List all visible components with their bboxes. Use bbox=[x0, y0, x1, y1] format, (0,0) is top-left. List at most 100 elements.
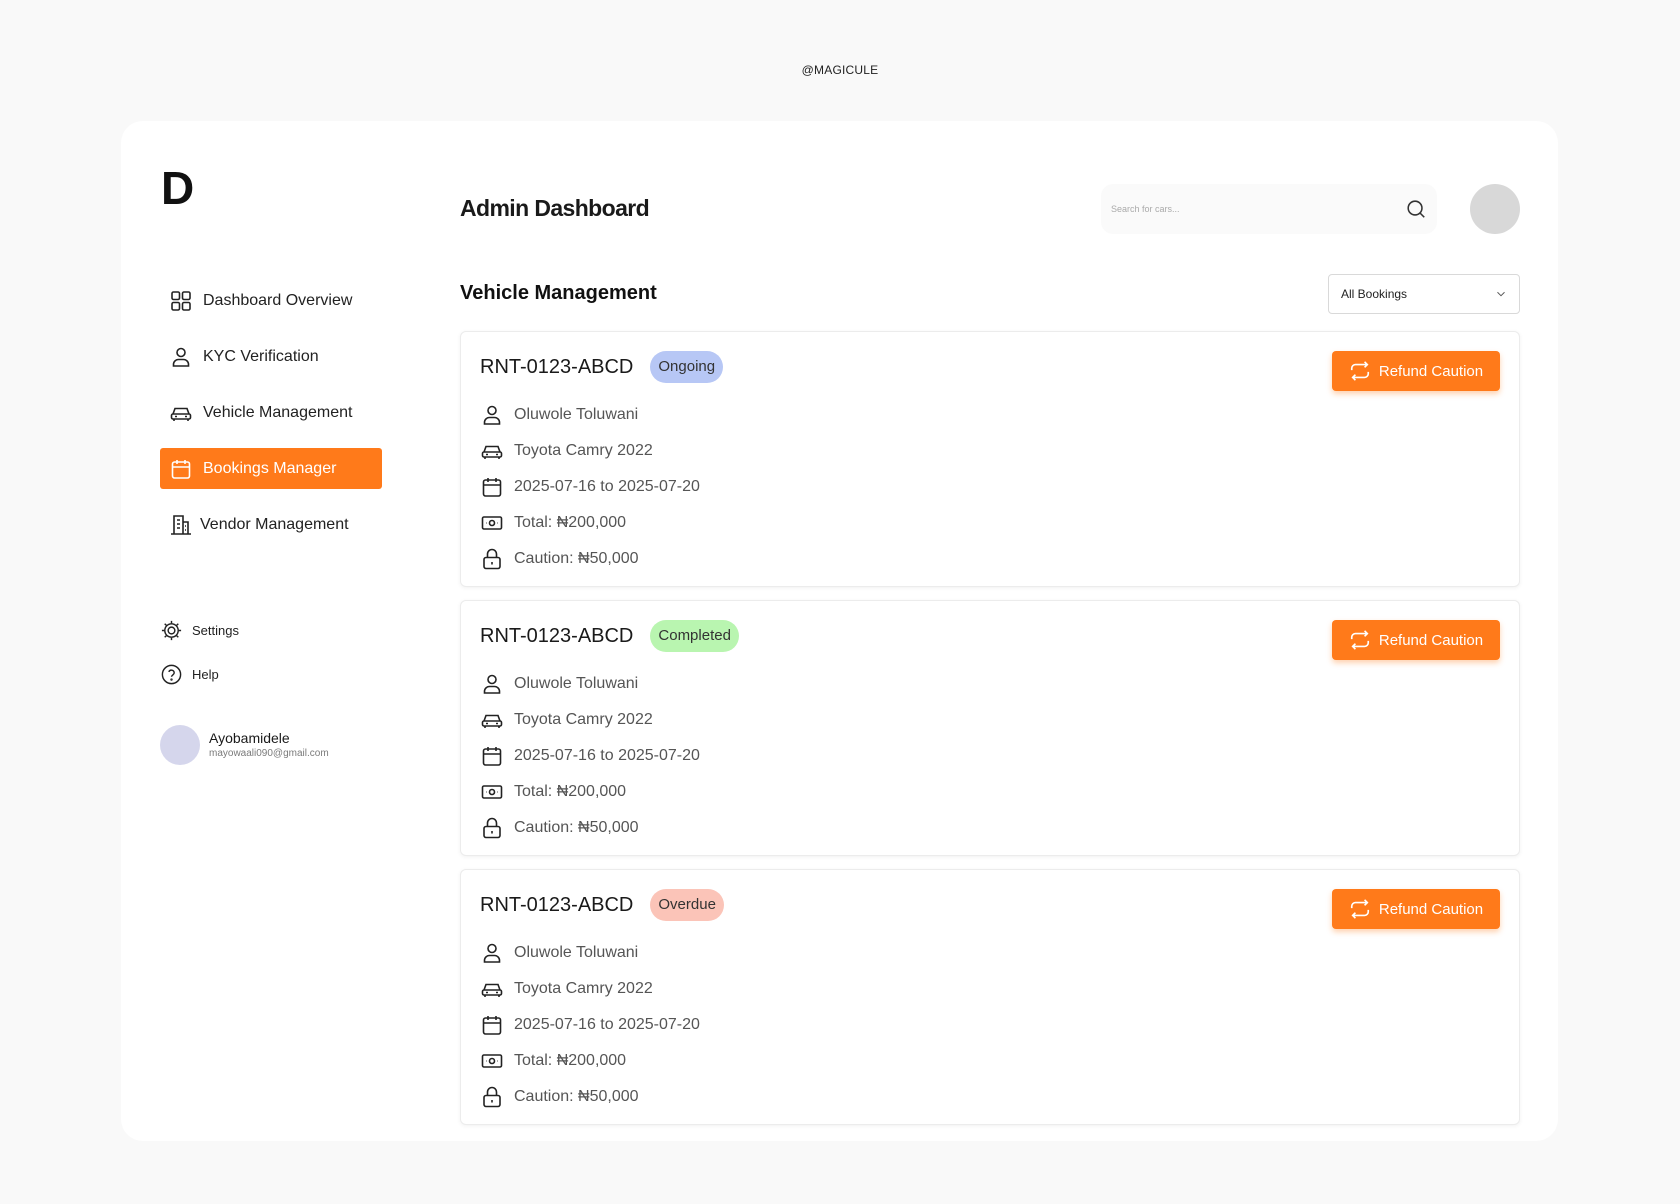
dashboard-panel: D Dashboard Overview KYC Verification Ve… bbox=[121, 121, 1558, 1141]
sidebar-nav: Dashboard Overview KYC Verification Vehi… bbox=[160, 280, 382, 560]
status-badge: Completed bbox=[650, 620, 739, 652]
vehicle-row: Toyota Camry 2022 bbox=[480, 433, 700, 469]
total-row: Total: ₦200,000 bbox=[480, 774, 700, 810]
booking-total: Total: ₦200,000 bbox=[514, 1052, 627, 1069]
booking-card: RNT-0123-ABCD Overdue Refund Caution Olu… bbox=[460, 869, 1520, 1125]
money-icon bbox=[481, 516, 503, 530]
search-icon[interactable] bbox=[1405, 198, 1427, 220]
customer-name: Oluwole Toluwani bbox=[514, 675, 639, 692]
customer-row: Oluwole Toluwani bbox=[480, 397, 700, 433]
refund-caution-label: Refund Caution bbox=[1378, 362, 1484, 380]
vehicle-name: Toyota Camry 2022 bbox=[514, 980, 653, 997]
sidebar-item-bookings-manager[interactable]: Bookings Manager bbox=[160, 448, 382, 489]
sidebar-item-label: KYC Verification bbox=[203, 347, 319, 365]
caution-row: Caution: ₦50,000 bbox=[480, 1079, 700, 1115]
header-avatar[interactable] bbox=[1470, 184, 1520, 234]
booking-id: RNT-0123-ABCD bbox=[480, 355, 634, 378]
search-bar bbox=[1101, 184, 1437, 234]
car-icon bbox=[169, 401, 193, 425]
caution-row: Caution: ₦50,000 bbox=[480, 810, 700, 846]
sidebar-item-label: Bookings Manager bbox=[203, 459, 337, 477]
booking-dates: 2025-07-16 to 2025-07-20 bbox=[514, 747, 700, 764]
status-badge: Overdue bbox=[650, 889, 724, 921]
vehicle-name: Toyota Camry 2022 bbox=[514, 711, 653, 728]
calendar-icon bbox=[482, 747, 502, 766]
car-icon bbox=[481, 445, 503, 459]
calendar-icon bbox=[169, 457, 193, 481]
booking-dates: 2025-07-16 to 2025-07-20 bbox=[514, 1016, 700, 1033]
car-icon bbox=[481, 714, 503, 728]
sidebar-aux: Settings Help bbox=[160, 618, 239, 706]
section-title: Vehicle Management bbox=[460, 282, 657, 304]
booking-id: RNT-0123-ABCD bbox=[480, 624, 634, 647]
customer-name: Oluwole Toluwani bbox=[514, 406, 639, 423]
user-icon bbox=[483, 943, 501, 963]
booking-card: RNT-0123-ABCD Ongoing Refund Caution Olu… bbox=[460, 331, 1520, 587]
refund-caution-button[interactable]: Refund Caution bbox=[1332, 889, 1500, 929]
dates-row: 2025-07-16 to 2025-07-20 bbox=[480, 1007, 700, 1043]
avatar bbox=[160, 725, 200, 765]
help-link[interactable]: Help bbox=[160, 662, 239, 686]
bookings-filter-select[interactable]: All Bookings bbox=[1328, 274, 1520, 314]
search-input[interactable] bbox=[1111, 204, 1405, 214]
booking-caution: Caution: ₦50,000 bbox=[514, 819, 639, 836]
car-icon bbox=[481, 983, 503, 997]
booking-card: RNT-0123-ABCD Completed Refund Caution O… bbox=[460, 600, 1520, 856]
calendar-icon bbox=[482, 1016, 502, 1035]
sidebar-item-vendor-management[interactable]: Vendor Management bbox=[160, 504, 382, 545]
refresh-icon bbox=[1350, 361, 1369, 381]
filter-selected-value: All Bookings bbox=[1341, 287, 1408, 301]
sidebar-item-label: Vehicle Management bbox=[203, 403, 353, 421]
money-icon bbox=[481, 1054, 503, 1068]
sidebar-item-label: Dashboard Overview bbox=[203, 291, 353, 309]
total-row: Total: ₦200,000 bbox=[480, 1043, 700, 1079]
lock-icon bbox=[483, 1086, 501, 1108]
refund-caution-label: Refund Caution bbox=[1378, 631, 1484, 649]
sidebar-item-kyc-verification[interactable]: KYC Verification bbox=[160, 336, 382, 377]
gear-icon bbox=[161, 620, 182, 640]
booking-total: Total: ₦200,000 bbox=[514, 783, 627, 800]
help-label: Help bbox=[192, 666, 219, 682]
settings-link[interactable]: Settings bbox=[160, 618, 239, 642]
booking-total: Total: ₦200,000 bbox=[514, 514, 627, 531]
settings-label: Settings bbox=[192, 622, 239, 638]
refund-caution-button[interactable]: Refund Caution bbox=[1332, 620, 1500, 660]
status-badge: Ongoing bbox=[650, 351, 724, 383]
watermark: @MAGICULE bbox=[801, 63, 879, 77]
chevron-down-icon bbox=[1497, 291, 1505, 297]
refresh-icon bbox=[1350, 899, 1369, 919]
vehicle-row: Toyota Camry 2022 bbox=[480, 702, 700, 738]
customer-name: Oluwole Toluwani bbox=[514, 944, 639, 961]
refund-caution-button[interactable]: Refund Caution bbox=[1332, 351, 1500, 391]
vehicle-row: Toyota Camry 2022 bbox=[480, 971, 700, 1007]
logo[interactable]: D bbox=[161, 165, 194, 211]
caution-row: Caution: ₦50,000 bbox=[480, 541, 700, 577]
help-icon bbox=[161, 664, 182, 684]
total-row: Total: ₦200,000 bbox=[480, 505, 700, 541]
sidebar-item-dashboard-overview[interactable]: Dashboard Overview bbox=[160, 280, 382, 321]
lock-icon bbox=[483, 817, 501, 839]
vehicle-name: Toyota Camry 2022 bbox=[514, 442, 653, 459]
dates-row: 2025-07-16 to 2025-07-20 bbox=[480, 738, 700, 774]
user-name: Ayobamidele bbox=[209, 730, 290, 746]
booking-dates: 2025-07-16 to 2025-07-20 bbox=[514, 478, 700, 495]
money-icon bbox=[481, 785, 503, 799]
grid-icon bbox=[169, 289, 193, 313]
sidebar-item-label: Vendor Management bbox=[200, 515, 349, 533]
lock-icon bbox=[483, 548, 501, 570]
dates-row: 2025-07-16 to 2025-07-20 bbox=[480, 469, 700, 505]
booking-caution: Caution: ₦50,000 bbox=[514, 1088, 639, 1105]
customer-row: Oluwole Toluwani bbox=[480, 935, 700, 971]
user-icon bbox=[483, 674, 501, 694]
refund-caution-label: Refund Caution bbox=[1378, 900, 1484, 918]
user-icon bbox=[169, 345, 193, 369]
booking-caution: Caution: ₦50,000 bbox=[514, 550, 639, 567]
page-title: Admin Dashboard bbox=[460, 195, 650, 221]
user-email: mayowaali090@gmail.com bbox=[209, 748, 329, 759]
user-profile[interactable]: Ayobamidele mayowaali090@gmail.com bbox=[160, 725, 329, 765]
sidebar-item-vehicle-management[interactable]: Vehicle Management bbox=[160, 392, 382, 433]
customer-row: Oluwole Toluwani bbox=[480, 666, 700, 702]
calendar-icon bbox=[482, 478, 502, 497]
booking-id: RNT-0123-ABCD bbox=[480, 893, 634, 916]
refresh-icon bbox=[1350, 630, 1369, 650]
